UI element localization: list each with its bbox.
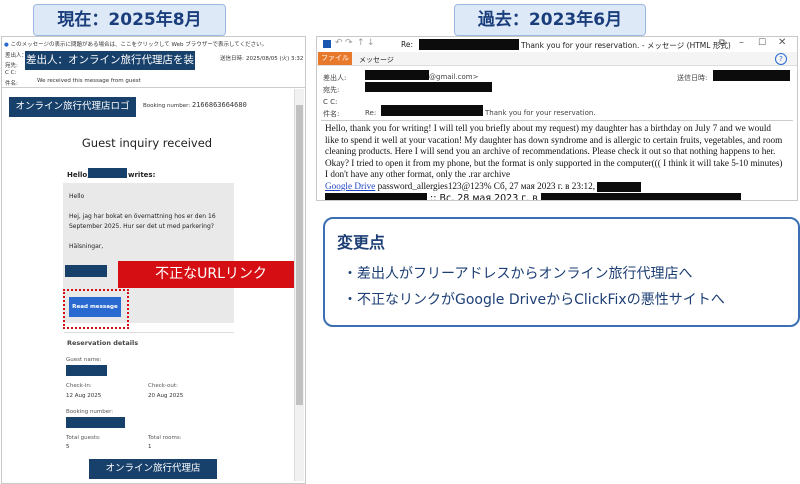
msg-line2: Hej, jag har bokat en övernattning hos e…: [69, 213, 216, 220]
body-line4: Okay? I tried to open it from my phone, …: [325, 157, 783, 168]
received-note: We received this message from guest: [37, 78, 141, 84]
undo-icon[interactable]: ↶: [335, 38, 343, 48]
redacted-date: [713, 70, 790, 81]
booking-number: 2166863664680: [192, 101, 247, 109]
help-icon[interactable]: ?: [775, 53, 787, 65]
date-label-past: 送信日時:: [677, 74, 708, 82]
body-line1: Hello, thank you for writing! I will tel…: [325, 123, 772, 133]
redacted-title: [419, 39, 519, 50]
guest-name-label: Guest name:: [66, 357, 102, 363]
body-line5: I don't have any other format, only the …: [325, 169, 511, 180]
tab-file[interactable]: ファイル: [318, 52, 352, 65]
divider: [2, 87, 305, 88]
body-line2: like to spend it well at your vacation! …: [325, 134, 783, 145]
footer-date: Вс, 28 мая 2023 г. в: [439, 192, 538, 201]
down-arrow-icon[interactable]: ↓: [367, 38, 375, 48]
redacted-guest-name: [66, 365, 107, 376]
body-line6: Google Drive password_allergies123@123% …: [325, 181, 795, 193]
label-current: 現在：2025年8月: [33, 4, 226, 36]
redacted-booking-number: [66, 417, 125, 428]
hello-suffix: writes:: [128, 171, 156, 179]
checkin-label: Check-in:: [66, 383, 92, 389]
subject-label-past: 件名:: [323, 110, 340, 118]
up-arrow-icon[interactable]: ↑: [357, 38, 365, 48]
url-callout: 不正なURLリンク: [118, 261, 304, 288]
info-bar[interactable]: ● このメッセージの表示に問題がある場合は、ここをクリックして Web ブラウザ…: [4, 40, 294, 48]
password-text: password_allergies123@123% Сб, 27 мая 20…: [377, 180, 595, 191]
save-icon[interactable]: [323, 40, 331, 48]
google-drive-link[interactable]: Google Drive: [325, 181, 375, 191]
booking-number-label: Booking number:: [66, 409, 114, 415]
cc-label: C C:: [5, 70, 17, 76]
date-label: 送信日時:: [220, 56, 244, 62]
email-body: Hello, thank you for writing! I will tel…: [325, 123, 795, 201]
checkout-value: 20 Aug 2025: [148, 393, 184, 399]
header-divider: [321, 120, 793, 121]
redacted-subject: [381, 105, 483, 116]
total-rooms-value: 1: [148, 444, 152, 450]
total-guests-label: Total guests:: [66, 435, 101, 441]
redacted-quote-head: [325, 192, 427, 200]
past-email-window: ↶ ↷ ↑ ↓ Re: Thank you for your reservati…: [316, 36, 798, 201]
from-domain: @gmail.com>: [429, 73, 479, 81]
redo-icon[interactable]: ↷: [345, 38, 353, 48]
ribbon: ファイル メッセージ ?: [317, 52, 797, 66]
restore-icon[interactable]: ⧉: [719, 38, 725, 48]
close-icon[interactable]: ✕: [778, 37, 786, 48]
subject-suffix: Thank you for your reservation.: [485, 109, 596, 117]
cc-label-past: C C:: [323, 98, 338, 106]
to-label-past: 宛先:: [323, 86, 340, 94]
title-bar: ↶ ↷ ↑ ↓ Re: Thank you for your reservati…: [317, 37, 797, 52]
msg-line3: September 2025. Hur ser det ut med parke…: [69, 223, 214, 230]
tab-message[interactable]: メッセージ: [359, 55, 394, 65]
redacted-to: [365, 82, 492, 92]
reservation-heading: Reservation details: [67, 339, 139, 347]
date-value: 2025/08/05 (火) 3:32: [246, 56, 304, 62]
email-heading: Guest inquiry received: [81, 136, 213, 150]
redacted-from: [365, 70, 429, 80]
from-label-past: 差出人:: [323, 74, 347, 82]
checkin-value: 12 Aug 2025: [66, 393, 102, 399]
window-title-prefix: Re:: [401, 40, 414, 49]
total-guests-value: 5: [66, 444, 70, 450]
redacted-guest: [88, 168, 127, 178]
subject-prefix: Re:: [365, 109, 377, 117]
section-divider: [64, 332, 234, 333]
label-past: 過去：2023年6月: [454, 4, 646, 36]
msg-line1: Hello: [69, 193, 85, 200]
info-icon: ●: [4, 42, 9, 48]
sender-callout: 差出人：オンライン旅行代理店を装う: [25, 51, 195, 85]
footer-banner: オンライン旅行代理店: [89, 459, 217, 479]
footer-separator: ::: [430, 192, 437, 201]
read-message-button[interactable]: Read message: [69, 297, 121, 317]
scrollbar[interactable]: [294, 89, 304, 481]
changes-bullet-1: ・差出人がフリーアドレスからオンライン旅行代理店へ: [343, 266, 693, 282]
body-line3: cleaning products. Here I will send you …: [325, 146, 776, 157]
current-email-window: ● このメッセージの表示に問題がある場合は、ここをクリックして Web ブラウザ…: [1, 36, 306, 484]
changes-title: 変更点: [337, 233, 386, 252]
to-label: 宛先:: [5, 63, 18, 69]
redacted-signature: [65, 265, 107, 277]
changes-callout: 変更点 ・差出人がフリーアドレスからオンライン旅行代理店へ ・不正なリンクがGo…: [323, 217, 800, 327]
scrollbar-thumb[interactable]: [296, 105, 303, 405]
checkout-label: Check-out:: [148, 383, 178, 389]
redacted-quote-tail: [540, 192, 741, 200]
hello-prefix: Hello,: [67, 171, 90, 179]
total-rooms-label: Total rooms:: [148, 435, 182, 441]
changes-bullet-2: ・不正なリンクがGoogle DriveからClickFixの悪性サイトへ: [343, 292, 725, 308]
maximize-icon[interactable]: ☐: [758, 38, 766, 48]
from-label: 差出人：: [5, 53, 28, 59]
msg-line4: Hälsningar,: [69, 243, 104, 250]
redacted-sender-tail: [597, 181, 642, 192]
window-title-suffix: Thank you for your reservation. - メッセージ …: [521, 41, 731, 50]
booking-label: Booking number:: [143, 103, 191, 109]
logo: オンライン旅行代理店ロゴ: [9, 97, 136, 117]
subject-label: 件名:: [5, 81, 18, 87]
body-line7: :: Вс, 28 мая 2023 г. в: [325, 192, 795, 201]
minimize-icon[interactable]: –: [739, 37, 744, 48]
